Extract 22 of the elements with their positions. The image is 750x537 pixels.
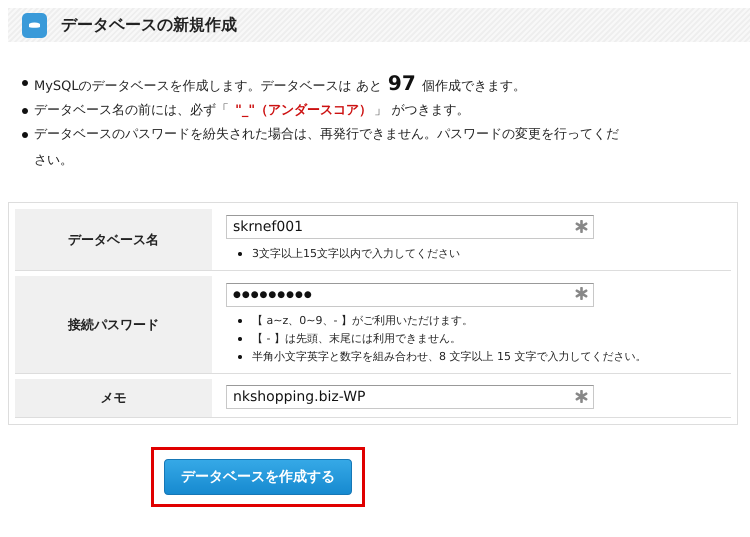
input-field[interactable]: nkshopping.biz-WP <box>226 385 594 409</box>
input-field[interactable]: ●●●●●●●●● <box>226 283 594 307</box>
bullet-icon <box>238 252 242 256</box>
bullet-icon <box>238 337 242 341</box>
section-title: データベースの新規作成 <box>61 14 237 36</box>
bullet-icon <box>22 80 28 86</box>
input-field[interactable]: skrnef001 <box>226 215 594 239</box>
hint-text: 【 a~z、0~9、- 】がご利用いただけます。 <box>252 313 473 329</box>
field-label: メモ <box>15 379 212 417</box>
bullet-icon <box>22 132 28 138</box>
note-text: データベース名の前には、必ず「 "_"（アンダースコア）」 がつきます。 <box>34 102 470 120</box>
bullet-icon <box>22 108 28 114</box>
hint-text: 3文字以上15文字以内で入力してください <box>252 246 460 262</box>
database-icon <box>22 12 47 38</box>
note-text: データベースのパスワードを紛失された場合は、再発行できません。パスワードの変更を行ってください。 <box>34 126 620 170</box>
hint-text: 半角小文字英字と数字を組み合わせ、8 文字以上 15 文字で入力してください。 <box>252 349 646 365</box>
bullet-icon <box>238 319 242 323</box>
hint-text: 【 - 】は先頭、末尾には利用できません。 <box>252 331 461 347</box>
field-label: 接続パスワード <box>15 276 212 373</box>
bullet-icon <box>238 355 242 359</box>
note-text: MySQLのデータベースを作成します。データベースは あと 97 個作成できます。 <box>34 70 526 97</box>
field-label: データベース名 <box>15 209 212 270</box>
